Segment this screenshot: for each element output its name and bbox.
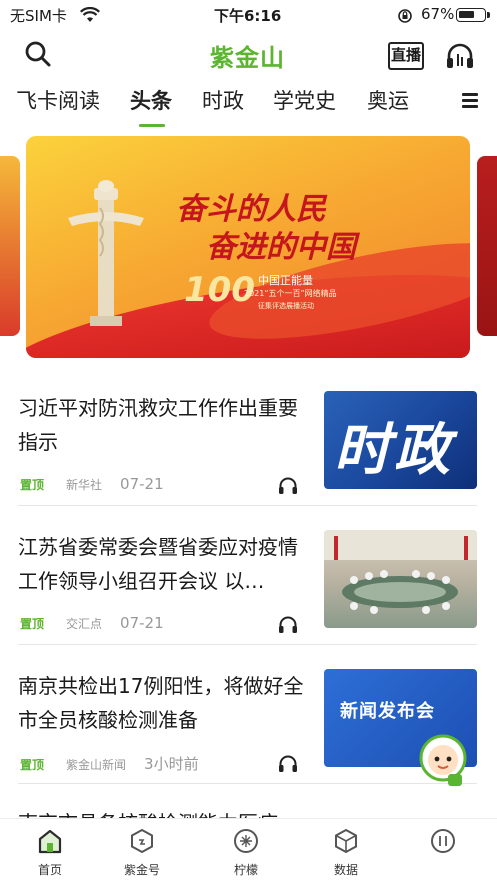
thumbnail-caption: 新闻发布会 xyxy=(340,701,435,722)
nav-lemon[interactable]: 柠檬 xyxy=(211,827,281,878)
clock: 下午6:16 xyxy=(214,7,282,25)
bottom-nav: 首页 紫金号 柠檬 数据 xyxy=(0,818,497,883)
status-bar: 无SIM卡 下午6:16 67% xyxy=(0,0,497,30)
channel-tabs: 飞卡阅读 头条 时政 学党史 奥运 xyxy=(0,82,497,128)
news-thumbnail[interactable] xyxy=(324,530,477,628)
news-title[interactable]: 南京共检出17例阳性，将做好全市全员核酸检测准备 xyxy=(18,669,308,737)
news-date: 07-21 xyxy=(120,614,164,632)
news-source: 紫金山新闻 xyxy=(66,758,127,772)
hexagon-icon xyxy=(131,828,153,854)
news-title[interactable]: 江苏省委常委会暨省委应对疫情工作领导小组召开会议 以… xyxy=(18,530,308,598)
headphone-icon[interactable] xyxy=(278,477,298,499)
next-banner-peek[interactable] xyxy=(477,156,497,336)
live-button[interactable]: 直播 xyxy=(388,42,424,70)
headphone-icon[interactable] xyxy=(444,40,476,76)
banner-subtitle: 征集评选展播活动 xyxy=(258,302,314,310)
nav-zijinhao[interactable]: 紫金号 xyxy=(107,827,177,878)
news-thumbnail[interactable]: 时政 xyxy=(324,391,477,489)
banner-slide[interactable]: 奋斗的人民 奋进的中国 100 中国正能量 2021“五个一百”网络精品 征集评… xyxy=(26,136,470,358)
nav-label: 数据 xyxy=(333,863,358,877)
divider xyxy=(18,783,477,784)
news-source: 交汇点 xyxy=(66,617,103,631)
orientation-lock-icon xyxy=(397,8,413,28)
news-meta: 置顶 交汇点 07-21 xyxy=(20,614,164,632)
previous-banner-peek[interactable] xyxy=(0,156,20,336)
pinned-tag: 置顶 xyxy=(20,758,45,772)
active-tab-indicator xyxy=(139,124,165,127)
huabiao-pillar-icon xyxy=(58,178,158,332)
news-title[interactable]: 习近平对防汛救灾工作作出重要指示 xyxy=(18,391,308,459)
top-header: 紫金山 直播 xyxy=(0,36,497,76)
divider xyxy=(18,644,477,645)
pinned-tag: 置顶 xyxy=(20,478,45,492)
nav-label: 紫金号 xyxy=(123,863,160,877)
thumbnail-caption: 时政 xyxy=(334,418,454,483)
tab-politics[interactable]: 时政 xyxy=(202,85,244,115)
banner-carousel[interactable]: 奋斗的人民 奋进的中国 100 中国正能量 2021“五个一百”网络精品 征集评… xyxy=(0,136,497,360)
lemon-icon xyxy=(234,829,258,853)
carrier-label: 无SIM卡 xyxy=(10,7,67,25)
menu-icon[interactable] xyxy=(462,90,478,112)
news-source: 新华社 xyxy=(66,478,103,492)
search-icon[interactable] xyxy=(24,40,52,72)
pinned-tag: 置顶 xyxy=(20,617,45,631)
headphone-icon[interactable] xyxy=(278,616,298,638)
mascot-astronaut-icon[interactable] xyxy=(412,730,474,796)
nav-profile[interactable] xyxy=(408,827,478,861)
tab-feika-reading[interactable]: 飞卡阅读 xyxy=(16,85,100,115)
nav-home[interactable]: 首页 xyxy=(15,827,85,878)
news-meta: 置顶 新华社 07-21 xyxy=(20,475,164,493)
tab-olympics[interactable]: 奥运 xyxy=(367,85,409,115)
news-item[interactable]: 习近平对防汛救灾工作作出重要指示 置顶 新华社 07-21 时政 xyxy=(0,391,497,529)
nav-label: 首页 xyxy=(37,863,62,877)
divider xyxy=(18,505,477,506)
tab-party-history[interactable]: 学党史 xyxy=(273,85,336,115)
wifi-icon xyxy=(80,6,100,27)
nav-data[interactable]: 数据 xyxy=(311,827,381,878)
banner-subtitle: 中国正能量 xyxy=(258,274,313,287)
news-date: 07-21 xyxy=(120,475,164,493)
home-icon xyxy=(38,829,62,854)
tab-headlines[interactable]: 头条 xyxy=(130,85,172,115)
news-meta: 置顶 紫金山新闻 3小时前 xyxy=(20,753,199,774)
meeting-photo-icon xyxy=(324,530,477,614)
banner-headline: 奋进的中国 xyxy=(206,230,356,265)
battery-percent: 67% xyxy=(421,5,455,23)
data-cube-icon xyxy=(335,828,357,854)
profile-icon xyxy=(431,829,455,853)
news-item[interactable]: 江苏省委常委会暨省委应对疫情工作领导小组召开会议 以… 置顶 交汇点 07-21 xyxy=(0,530,497,668)
news-date: 3小时前 xyxy=(144,755,199,773)
app-logo: 紫金山 xyxy=(210,44,285,72)
nav-label: 柠檬 xyxy=(233,863,258,877)
headphone-icon[interactable] xyxy=(278,755,298,777)
battery-icon xyxy=(456,8,490,22)
banner-subtitle: 2021“五个一百”网络精品 xyxy=(244,289,337,298)
